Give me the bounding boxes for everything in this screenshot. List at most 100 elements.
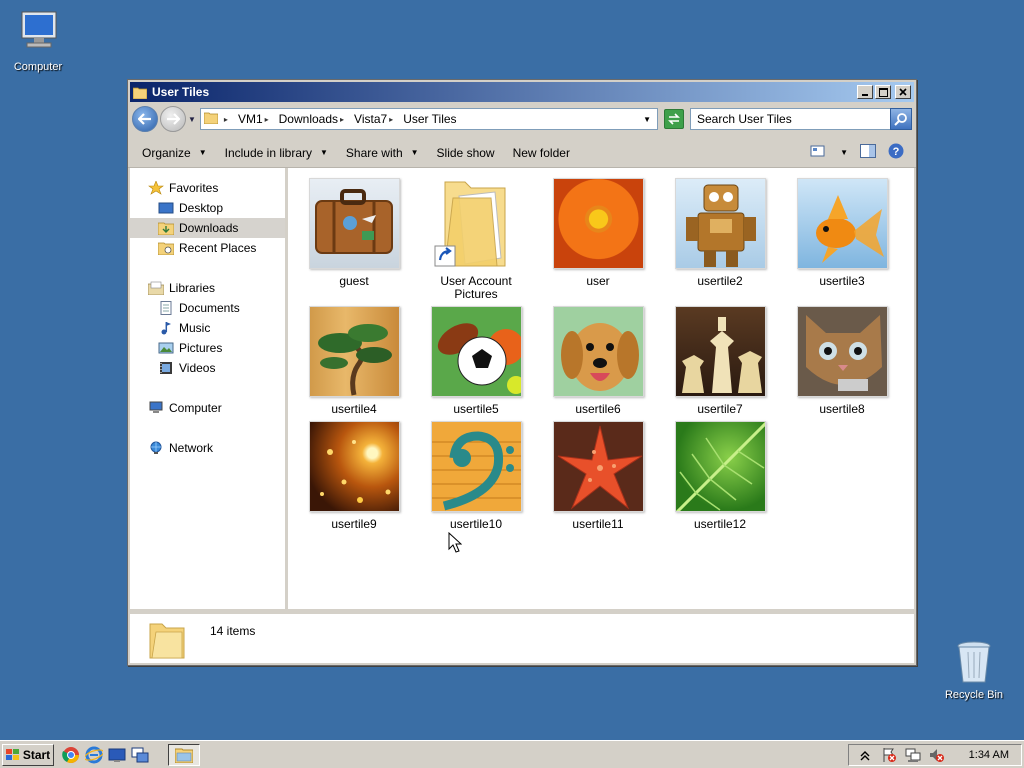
folder-shortcut-icon [431,178,522,269]
kitten-thumbnail [796,306,888,397]
maximize-button[interactable] [875,85,891,99]
switch-windows-icon[interactable] [131,746,149,764]
address-row: ▼ ▸ VM1 ▸ Downloads ▸ Vista7 ▸ User Tiles ▼… [128,104,916,134]
nav-pictures[interactable]: Pictures [130,338,285,358]
breadcrumb-vista7[interactable]: Vista7 ▸ [354,112,399,126]
mouse-cursor-icon [448,531,463,557]
back-button[interactable] [132,106,158,132]
nav-videos[interactable]: Videos [130,358,285,378]
starfish-thumbnail [552,421,644,512]
change-view-button[interactable]: ▼ [810,145,848,160]
search-placeholder: Search User Tiles [697,112,792,126]
nav-documents[interactable]: Documents [130,298,285,318]
file-name: usertile2 [697,274,743,288]
file-name: usertile10 [449,517,503,531]
share-with-button[interactable]: Share with ▼ [346,146,419,160]
sports-balls-thumbnail [430,306,522,397]
include-in-library-button[interactable]: Include in library ▼ [225,146,328,160]
minimize-button[interactable] [857,85,873,99]
file-item-usertile8[interactable]: usertile8 [786,306,898,416]
nav-music[interactable]: Music [130,318,285,338]
show-desktop-icon[interactable] [108,746,126,764]
file-item-usertile11[interactable]: usertile11 [542,421,654,531]
forward-button[interactable] [160,106,186,132]
chevron-down-icon: ▼ [320,148,328,157]
sparkles-thumbnail [308,421,400,512]
search-icon[interactable] [890,108,912,130]
videos-icon [158,361,174,375]
refresh-button[interactable] [664,109,684,129]
show-hidden-icons-chevron-up-icon[interactable] [857,747,873,763]
breadcrumb-user-tiles[interactable]: User Tiles [403,112,456,126]
breadcrumb-vm1[interactable]: VM1 ▸ [238,112,275,126]
recent-places-icon [157,241,175,256]
file-item-usertile3[interactable]: usertile3 [786,178,898,288]
bass-clef-thumbnail [430,421,522,512]
address-history-chevron-down-icon[interactable]: ▼ [643,115,651,124]
file-item-usertile6[interactable]: usertile6 [542,306,654,416]
puppy-thumbnail [552,306,644,397]
close-button[interactable] [895,85,911,99]
chevron-down-icon[interactable]: ▼ [840,148,848,157]
nav-downloads[interactable]: Downloads [130,218,285,238]
file-item-usertile9[interactable]: usertile9 [298,421,410,531]
chess-thumbnail [674,306,766,397]
nav-recent-places[interactable]: Recent Places [130,238,285,258]
taskbar-explorer-button[interactable] [168,743,200,766]
start-label: Start [22,747,51,762]
nav-favorites[interactable]: Favorites [130,178,285,198]
windows-logo-icon [5,748,20,761]
suitcase-thumbnail [308,178,400,269]
volume-muted-icon[interactable] [929,747,945,763]
address-bar[interactable]: ▸ VM1 ▸ Downloads ▸ Vista7 ▸ User Tiles ▼ [199,108,658,130]
desktop-icon [158,201,174,215]
network-status-icon[interactable] [905,747,921,763]
slide-show-button[interactable]: Slide show [437,146,495,160]
nav-desktop[interactable]: Desktop [130,198,285,218]
desktop-icon-recycle-bin[interactable]: Recycle Bin [936,638,1012,701]
search-input[interactable]: Search User Tiles [690,108,912,130]
help-icon[interactable]: ? [888,143,904,162]
breadcrumb-downloads[interactable]: Downloads ▸ [279,112,350,126]
file-name: usertile3 [819,274,865,288]
nav-computer[interactable]: Computer [130,398,285,418]
computer-icon [148,401,164,415]
pictures-icon [158,341,174,355]
bonsai-thumbnail [308,306,400,397]
file-item-user-account-pictures[interactable]: User Account Pictures [420,178,532,301]
file-item-user[interactable]: user [542,178,654,288]
toy-robot-thumbnail [674,178,766,269]
breadcrumb-root-chevron[interactable]: ▸ [222,115,234,124]
command-bar: Organize ▼ Include in library ▼ Share with… [128,138,916,168]
file-name: usertile5 [453,402,499,416]
system-tray: 1:34 AM [848,743,1022,766]
chevron-down-icon: ▼ [410,148,419,157]
file-name: user [586,274,610,288]
title-bar[interactable]: User Tiles [130,82,914,102]
file-item-guest[interactable]: guest [298,178,410,288]
file-item-usertile7[interactable]: usertile7 [664,306,776,416]
file-name: usertile8 [819,402,865,416]
file-item-usertile10[interactable]: usertile10 [420,421,532,531]
nav-libraries[interactable]: Libraries [130,278,285,298]
nav-network[interactable]: Network [130,438,285,458]
explorer-window: User Tiles ▼ ▸ VM1 ▸ Downloads ▸ Vista7 ▸ U… [127,79,917,666]
folder-icon [148,618,186,660]
start-button[interactable]: Start [2,743,54,766]
file-item-usertile4[interactable]: usertile4 [298,306,410,416]
chrome-icon[interactable] [62,746,80,764]
clock[interactable]: 1:34 AM [969,749,1009,761]
preview-pane-button[interactable] [860,144,876,161]
item-count: 14 items [210,624,256,638]
svg-text:?: ? [893,146,900,158]
organize-button[interactable]: Organize ▼ [142,146,207,160]
file-item-usertile12[interactable]: usertile12 [664,421,776,531]
recent-pages-chevron-down-icon[interactable]: ▼ [188,115,196,124]
file-item-usertile5[interactable]: usertile5 [420,306,532,416]
navigation-pane: Favorites Desktop Downloads Recent Place… [130,168,288,609]
desktop-icon-computer[interactable]: Computer [0,10,76,73]
new-folder-button[interactable]: New folder [513,146,570,160]
internet-explorer-icon[interactable] [83,746,105,764]
action-center-flag-icon[interactable] [881,747,897,763]
file-item-usertile2[interactable]: usertile2 [664,178,776,288]
